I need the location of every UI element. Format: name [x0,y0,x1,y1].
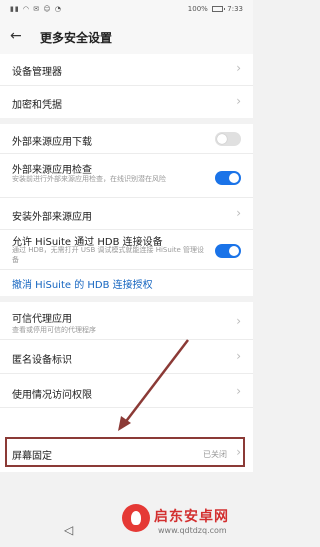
watermark-url: www.qdtdzq.com [158,526,227,535]
watermark-logo-icon [122,504,150,532]
watermark-title: 启东安卓网 [154,509,229,525]
nav-back-icon[interactable]: ◁ [64,523,73,537]
watermark: 启东安卓网 www.qdtdzq.com [122,500,247,540]
annotation-arrow-icon [118,339,189,431]
